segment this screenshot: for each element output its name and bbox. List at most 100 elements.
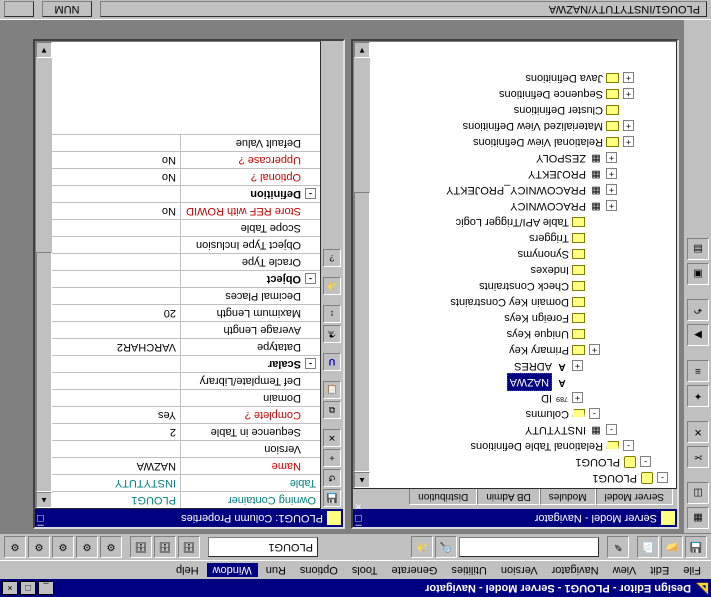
property-value[interactable]: NAZWA	[36, 458, 180, 474]
tree-label[interactable]: Columns	[526, 406, 569, 422]
vtool-nav-icon[interactable]: ▦	[687, 507, 709, 529]
tree-item[interactable]: + ADRES	[354, 358, 676, 374]
property-value[interactable]	[36, 441, 180, 457]
tree-item[interactable]: - PLOUG1	[354, 454, 676, 470]
tree-label[interactable]: Relational View Definitions	[473, 134, 603, 150]
tool-db2-icon[interactable]: 🗄	[154, 536, 176, 558]
ptool-copy-icon[interactable]: ⧉	[323, 401, 341, 419]
expand-toggle[interactable]: +	[623, 73, 634, 84]
section-toggle[interactable]: -	[305, 188, 316, 199]
tree-label[interactable]: PLOUG1	[592, 470, 637, 486]
menu-edit[interactable]: Edit	[644, 563, 675, 577]
vtool-a-icon[interactable]: ▣	[687, 263, 709, 285]
tree-item[interactable]: Cluster Definitions	[354, 102, 676, 118]
menu-tools[interactable]: Tools	[346, 563, 384, 577]
vtool-cut-icon[interactable]: ✂	[687, 446, 709, 468]
pscroll-down-icon[interactable]: ▼	[36, 42, 52, 58]
tree-label[interactable]: Triggers	[529, 230, 569, 246]
expand-toggle[interactable]: -	[623, 441, 634, 452]
vtool-delete-icon[interactable]: ✕	[687, 421, 709, 443]
tree-item[interactable]: +ID	[354, 390, 676, 406]
tool-open-icon[interactable]: 📂	[661, 536, 683, 558]
nav-minimize-button[interactable]: _	[355, 524, 362, 536]
tab-db-admin[interactable]: DB Admin	[477, 489, 539, 505]
tree-item[interactable]: Foreign Keys	[354, 310, 676, 326]
property-row[interactable]: Store REF with ROWIDNo	[36, 202, 320, 219]
expand-toggle[interactable]: +	[606, 201, 617, 212]
tree-label[interactable]: PLOUG1	[575, 454, 620, 470]
tree-label[interactable]: Check Constraints	[479, 278, 569, 294]
tool-gen3-icon[interactable]: ⚙	[52, 536, 74, 558]
tool-wand-icon[interactable]: ✨	[411, 536, 433, 558]
expand-toggle[interactable]: +	[623, 89, 634, 100]
menu-view[interactable]: View	[607, 563, 643, 577]
vtool-wizard-icon[interactable]: ✦	[687, 385, 709, 407]
prop-maximize-button[interactable]: □	[37, 512, 44, 524]
expand-toggle[interactable]: +	[572, 393, 583, 404]
property-row[interactable]: Average Length	[36, 321, 320, 338]
expand-toggle[interactable]: +	[606, 185, 617, 196]
tree-label[interactable]: NAZWA	[507, 373, 552, 391]
property-value[interactable]: No	[36, 169, 180, 185]
property-row[interactable]: -Definition	[36, 185, 320, 202]
toolbar-context-combo[interactable]: PLOUG1	[208, 537, 318, 557]
tree-item[interactable]: +▦ZESPOLY	[354, 150, 676, 166]
property-row[interactable]: Version	[36, 440, 320, 457]
ptool-del-icon[interactable]: ✕	[323, 429, 341, 447]
ptool-wand-icon[interactable]: ✨	[323, 277, 341, 295]
property-row[interactable]: Owning ContainerPLOUG1	[36, 491, 320, 508]
minimize-button[interactable]: _	[38, 581, 54, 595]
property-value[interactable]	[36, 135, 180, 151]
tree-label[interactable]: Cluster Definitions	[514, 102, 603, 118]
tool-gen5-icon[interactable]: ⚙	[4, 536, 26, 558]
tree-label[interactable]: Table API/Trigger Logic	[456, 214, 569, 230]
menu-window[interactable]: Window	[207, 563, 258, 577]
tool-edit-icon[interactable]: ✎	[607, 536, 629, 558]
expand-toggle[interactable]: +	[606, 153, 617, 164]
tree-item[interactable]: +▦PRACOWNICY	[354, 198, 676, 214]
ptool-sort-icon[interactable]: ↕	[323, 305, 341, 323]
expand-toggle[interactable]: +	[623, 121, 634, 132]
property-row[interactable]: DatatypeVARCHAR2	[36, 338, 320, 355]
menu-run[interactable]: Run	[260, 563, 292, 577]
tree-item[interactable]: Indexes	[354, 262, 676, 278]
tool-db3-icon[interactable]: 🗄	[130, 536, 152, 558]
expand-toggle[interactable]: +	[589, 345, 600, 356]
property-row[interactable]: Default Value	[36, 134, 320, 151]
tree-label[interactable]: Java Definitions	[525, 70, 603, 86]
expand-toggle[interactable]: -	[640, 457, 651, 468]
property-row[interactable]: Oracle Type	[36, 253, 320, 270]
property-value[interactable]	[36, 322, 180, 338]
tree-item[interactable]: Table API/Trigger Logic	[354, 214, 676, 230]
tree-item[interactable]: +Materialized View Definitions	[354, 118, 676, 134]
property-row[interactable]: Def Template/Library Obje	[36, 372, 320, 389]
expand-toggle[interactable]: +	[606, 169, 617, 180]
property-value[interactable]	[36, 356, 180, 372]
prop-minimize-button[interactable]: _	[37, 524, 44, 536]
property-value[interactable]: PLOUG1	[36, 492, 180, 508]
property-row[interactable]: Optional ?No	[36, 168, 320, 185]
menu-generate[interactable]: Generate	[386, 563, 444, 577]
expand-toggle[interactable]: +	[572, 361, 583, 372]
tree-label[interactable]: ADRES	[514, 358, 552, 374]
tab-distribution[interactable]: Distribution	[409, 489, 477, 505]
property-value[interactable]	[36, 288, 180, 304]
pscroll-thumb[interactable]	[36, 252, 52, 492]
tree-scrollbar[interactable]: ▲ ▼	[354, 42, 370, 488]
property-value[interactable]: 2	[36, 424, 180, 440]
tree-item[interactable]: -Relational Table Definitions	[354, 438, 676, 454]
menu-help[interactable]: Help	[170, 563, 205, 577]
pscroll-up-icon[interactable]: ▲	[36, 492, 52, 508]
tool-db1-icon[interactable]: 🗄	[178, 536, 200, 558]
vtool-b-icon[interactable]: ▤	[687, 238, 709, 260]
property-value[interactable]: No	[36, 152, 180, 168]
scroll-down-icon[interactable]: ▼	[354, 42, 370, 58]
ptool-add-icon[interactable]: +	[323, 449, 341, 467]
ptool-paste-icon[interactable]: 📋	[323, 381, 341, 399]
menu-navigator[interactable]: Navigator	[546, 563, 605, 577]
tree-label[interactable]: PRACOWNICY_PROJEKTY	[446, 182, 586, 198]
ptool-save-icon[interactable]: 💾	[323, 489, 341, 507]
property-row[interactable]: Domain	[36, 389, 320, 406]
tree-item[interactable]: Domain Key Constraints	[354, 294, 676, 310]
tree-item[interactable]: +Primary Key	[354, 342, 676, 358]
